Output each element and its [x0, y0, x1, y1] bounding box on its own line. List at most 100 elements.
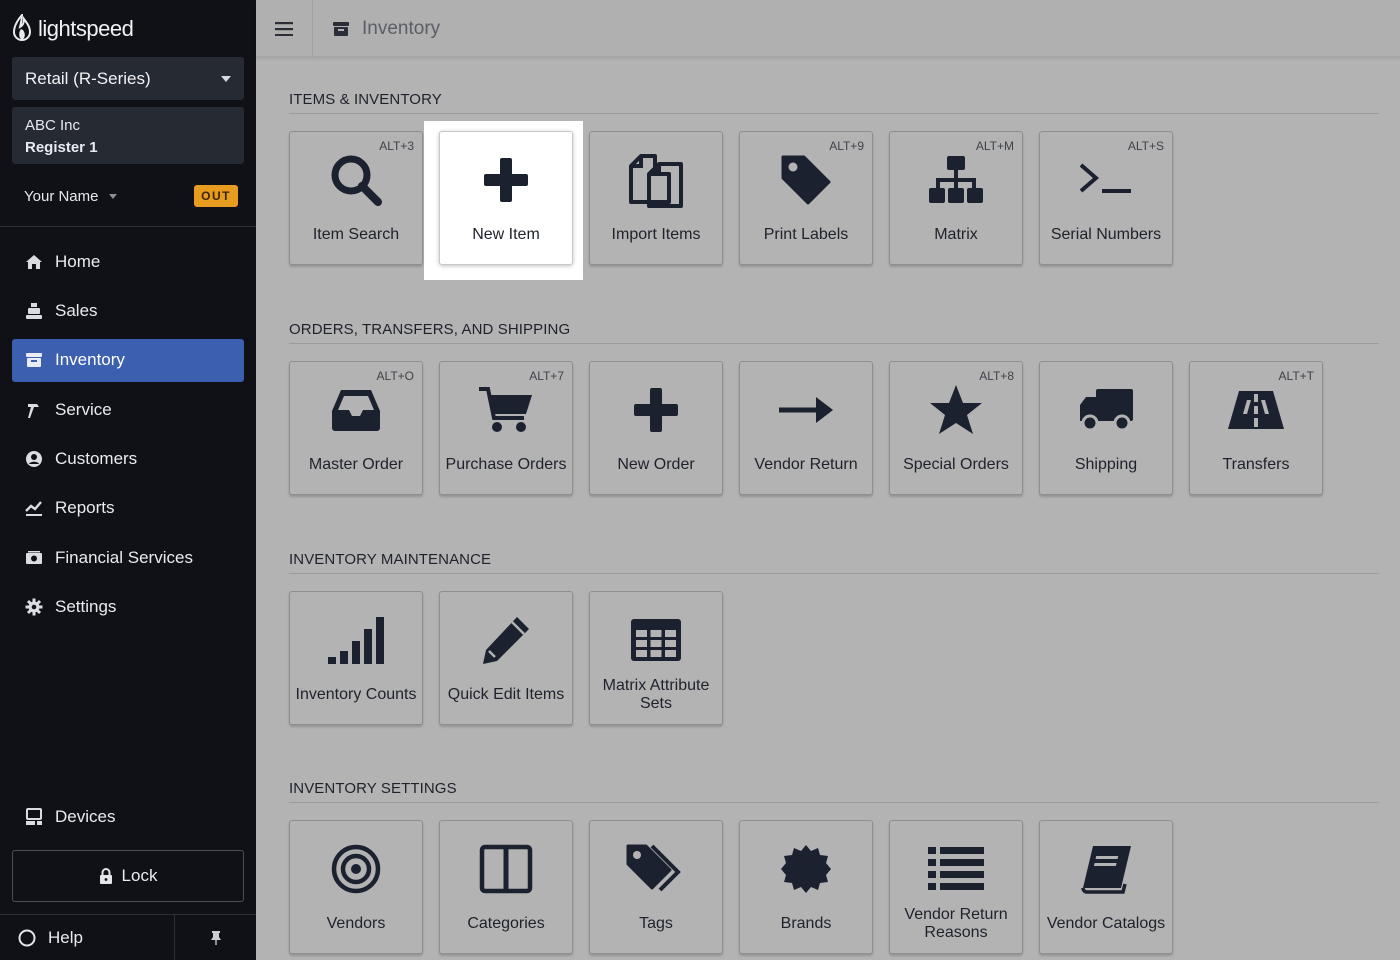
account-name: Retail (R-Series): [25, 68, 151, 88]
nav-label: Financial Services: [55, 547, 193, 567]
tile-brands[interactable]: Brands: [739, 820, 873, 954]
brand-name: lightspeed: [38, 16, 134, 41]
shortcut-hint: ALT+M: [975, 139, 1014, 153]
user-circle-icon: [24, 449, 44, 469]
clock-status-badge[interactable]: OUT: [194, 185, 238, 207]
nav-item-inventory[interactable]: Inventory: [12, 338, 244, 382]
terminal-icon: [1040, 152, 1172, 208]
user-menu[interactable]: Your Name OUT: [24, 183, 238, 209]
user-name: Your Name: [24, 187, 99, 205]
tile-matrix[interactable]: ALT+M Matrix: [889, 131, 1023, 265]
tile-label: Categories: [467, 915, 545, 932]
tile-label: Quick Edit Items: [447, 686, 565, 703]
register-icon: [24, 301, 44, 321]
tile-transfers[interactable]: ALT+T Transfers: [1189, 361, 1323, 495]
help-bar: Help: [0, 914, 256, 960]
tile-new-item[interactable]: New Item: [439, 131, 573, 265]
nav-item-devices[interactable]: Devices: [12, 795, 244, 838]
shortcut-hint: ALT+T: [1278, 369, 1314, 383]
nav-item-home[interactable]: Home: [12, 240, 244, 283]
nav-label: Customers: [55, 449, 138, 469]
nav-item-sales[interactable]: Sales: [12, 289, 244, 332]
nav-label: Inventory: [55, 350, 125, 370]
caret-down-icon: [221, 75, 231, 82]
tile-categories[interactable]: Categories: [439, 820, 573, 954]
tile-vendor-return[interactable]: Vendor Return: [739, 361, 873, 495]
tile-purchase-orders[interactable]: ALT+7 Purchase Orders: [439, 361, 573, 495]
tile-inventory-counts[interactable]: Inventory Counts: [289, 591, 423, 725]
nav-item-customers[interactable]: Customers: [12, 438, 244, 481]
tile-label: Matrix Attribute Sets: [602, 677, 710, 712]
hammer-icon: [24, 400, 44, 420]
section-title: INVENTORY SETTINGS: [289, 780, 457, 797]
pencil-icon: [440, 612, 572, 668]
help-circle-icon: [18, 929, 36, 947]
tile-label: Matrix: [934, 226, 978, 243]
tile-label: Vendor Catalogs: [1046, 915, 1166, 932]
tile-vendor-catalogs[interactable]: Vendor Catalogs: [1039, 820, 1173, 954]
tile-matrix-attribute-sets[interactable]: Matrix Attribute Sets: [589, 591, 723, 725]
account-selector[interactable]: Retail (R-Series): [12, 57, 244, 100]
tile-serial-numbers[interactable]: ALT+S Serial Numbers: [1039, 131, 1173, 265]
tag-icon: [740, 152, 872, 208]
lock-icon: [99, 867, 112, 884]
certificate-icon: [740, 841, 872, 897]
nav-label: Service: [55, 399, 112, 419]
tile-label: New Item: [472, 226, 540, 243]
devices-icon: [24, 807, 44, 827]
table-icon: [590, 612, 722, 668]
pin-sidebar-button[interactable]: [175, 915, 256, 960]
cart-icon: [440, 382, 572, 438]
brand-logo[interactable]: lightspeed: [12, 12, 134, 46]
tile-label: New Order: [617, 456, 695, 473]
tile-label: Tags: [639, 915, 673, 932]
tile-label: Brands: [780, 915, 832, 932]
tags-icon: [590, 841, 722, 897]
copy-icon: [590, 152, 722, 208]
nav-item-settings[interactable]: Settings: [12, 586, 244, 629]
tile-vendor-return-reasons[interactable]: Vendor Return Reasons: [889, 820, 1023, 954]
tile-label: Import Items: [611, 226, 701, 243]
top-bar: Inventory: [256, 0, 1400, 57]
nav-item-reports[interactable]: Reports: [12, 487, 244, 530]
arrow-right-icon: [740, 382, 872, 438]
tile-label: Purchase Orders: [445, 456, 567, 473]
page-title-text: Inventory: [362, 17, 441, 39]
list-icon: [890, 841, 1022, 897]
tile-vendors[interactable]: Vendors: [289, 820, 423, 954]
nav-item-financial-services[interactable]: Financial Services: [12, 536, 244, 579]
book-icon: [1040, 841, 1172, 897]
section-divider: [289, 343, 1379, 344]
sidebar: lightspeed Retail (R-Series) ABC Inc Reg…: [0, 0, 256, 960]
tile-tags[interactable]: Tags: [589, 820, 723, 954]
tile-quick-edit-items[interactable]: Quick Edit Items: [439, 591, 573, 725]
caret-down-icon: [108, 193, 117, 199]
tile-label: Special Orders: [903, 456, 1009, 473]
section-title: INVENTORY MAINTENANCE: [289, 551, 492, 568]
register-name: Register 1: [25, 139, 98, 156]
tile-label: Master Order: [308, 456, 404, 473]
tile-shipping[interactable]: Shipping: [1039, 361, 1173, 495]
tile-new-order[interactable]: New Order: [589, 361, 723, 495]
gear-icon: [24, 597, 44, 617]
nav-item-service[interactable]: Service: [12, 388, 244, 431]
road-icon: [1190, 382, 1322, 438]
columns-icon: [440, 841, 572, 897]
signal-icon: [290, 612, 422, 668]
inbox-icon: [290, 382, 422, 438]
tile-import-items[interactable]: Import Items: [589, 131, 723, 265]
tile-master-order[interactable]: ALT+O Master Order: [289, 361, 423, 495]
bullseye-icon: [290, 841, 422, 897]
lock-label: Lock: [121, 866, 158, 885]
tile-print-labels[interactable]: ALT+9 Print Labels: [739, 131, 873, 265]
hamburger-icon: [275, 21, 293, 36]
tile-item-search[interactable]: ALT+3 Item Search: [289, 131, 423, 265]
help-button[interactable]: Help: [0, 915, 175, 960]
sitemap-icon: [890, 152, 1022, 208]
truck-icon: [1040, 382, 1172, 438]
tile-label: Shipping: [1074, 456, 1138, 473]
menu-toggle-button[interactable]: [256, 0, 313, 57]
lock-button[interactable]: Lock: [12, 850, 244, 902]
tile-special-orders[interactable]: ALT+8 Special Orders: [889, 361, 1023, 495]
tile-label: Vendors: [326, 915, 386, 932]
